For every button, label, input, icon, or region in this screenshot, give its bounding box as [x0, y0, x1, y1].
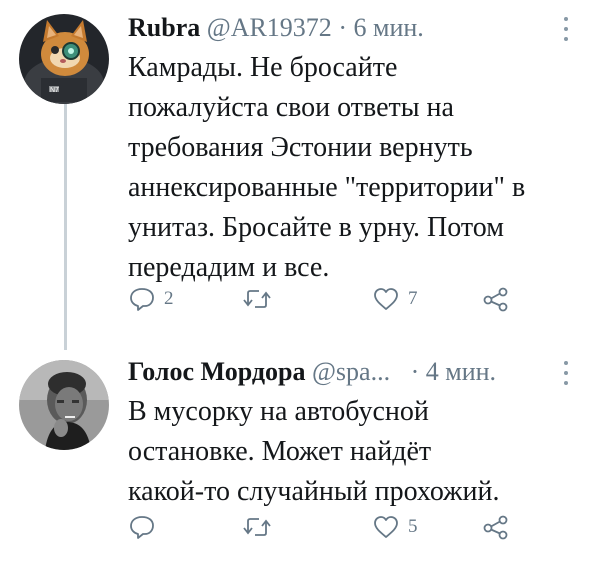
- meta-separator: ·: [338, 13, 347, 42]
- heart-icon: [374, 516, 398, 538]
- share-icon: [483, 287, 508, 312]
- tweet-text-line: передадим и все.: [128, 252, 330, 283]
- tweet-text-line: аннексированные "территории" в: [128, 172, 526, 203]
- avatar[interactable]: N7: [19, 14, 109, 104]
- reply-button[interactable]: 2: [128, 284, 174, 314]
- tweet-text-line: остановке. Может найдёт: [128, 436, 432, 467]
- tweet-text-line: В мусорку на автобусной: [128, 396, 429, 427]
- heart-icon: [374, 288, 398, 310]
- more-vertical-icon[interactable]: [562, 16, 570, 42]
- author-name[interactable]: Rubra: [128, 13, 200, 42]
- tweet-header: Голос Мордора @spa... · 4 мин.: [128, 356, 576, 388]
- tweet-actions: 5: [128, 512, 528, 542]
- reply-icon: [130, 516, 154, 539]
- tweet-time[interactable]: 4 мин.: [426, 357, 496, 386]
- tweet-actions: 2 7: [128, 284, 528, 314]
- tweet-header: Rubra @AR19372 · 6 мин.: [128, 12, 576, 44]
- retweet-button[interactable]: [242, 512, 280, 542]
- like-count: 7: [408, 288, 418, 309]
- reply-button[interactable]: [128, 512, 164, 542]
- author-handle[interactable]: @spa...: [312, 357, 390, 386]
- cat-avatar-image: N7: [19, 14, 109, 104]
- tweet[interactable]: Голос Мордора @spa... · 4 мин. В мусорку…: [0, 340, 600, 567]
- tweet-text-line: какой-то случайный прохожий.: [128, 476, 500, 507]
- more-vertical-icon[interactable]: [562, 360, 570, 386]
- author-name[interactable]: Голос Мордора: [128, 357, 305, 386]
- avatar-badge-text: N7: [50, 87, 59, 94]
- reply-count: 2: [164, 288, 174, 309]
- tweet[interactable]: N7 Rubra @AR19372 · 6 мин. Камрады. Не б…: [0, 0, 600, 340]
- retweet-icon: [243, 518, 271, 536]
- retweet-icon: [243, 290, 271, 308]
- tweet-text-line: требования Эстонии вернуть: [128, 132, 473, 163]
- tweet-text: В мусорку на автобусной остановке. Может…: [128, 392, 580, 512]
- share-button[interactable]: [482, 512, 510, 542]
- tweet-text-line: пожалуйста свои ответы на: [128, 92, 454, 123]
- tweet-text-line: унитаз. Бросайте в урну. Потом: [128, 212, 504, 243]
- tweet-text-line: Камрады. Не бросайте: [128, 52, 398, 83]
- share-button[interactable]: [482, 284, 510, 314]
- man-avatar-image: [19, 360, 109, 450]
- author-handle[interactable]: @AR19372: [207, 13, 332, 42]
- like-count: 5: [408, 516, 418, 537]
- avatar[interactable]: [19, 360, 109, 450]
- meta-separator: ·: [410, 357, 420, 386]
- like-button[interactable]: 7: [372, 284, 418, 314]
- retweet-button[interactable]: [242, 284, 280, 314]
- reply-icon: [130, 288, 154, 311]
- like-button[interactable]: 5: [372, 512, 418, 542]
- tweet-thread: N7 Rubra @AR19372 · 6 мин. Камрады. Не б…: [0, 0, 600, 567]
- tweet-text: Камрады. Не бросайте пожалуйста свои отв…: [128, 48, 580, 288]
- share-icon: [483, 515, 508, 540]
- tweet-time[interactable]: 6 мин.: [353, 13, 423, 42]
